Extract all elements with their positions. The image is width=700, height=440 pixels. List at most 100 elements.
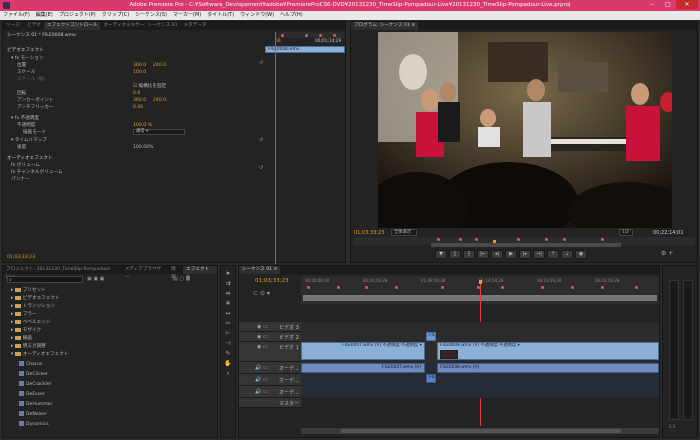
effect-item-denoiser[interactable]: DeNoiser (19, 411, 47, 418)
effect-item-deesser[interactable]: DeEsser (19, 391, 45, 398)
menu-file[interactable]: ファイル(F) (0, 11, 33, 20)
effect-item-declicker[interactable]: DeClicker (19, 371, 48, 378)
effect-row-panner[interactable]: パンナー (11, 176, 30, 183)
timeline-scrollbar[interactable] (301, 428, 659, 434)
track-select-tool-icon[interactable]: ⇉ (224, 280, 232, 288)
timeline-snap-icons[interactable]: ⊂ ⊙ ▾ (253, 290, 270, 297)
selection-tool-icon[interactable]: ➤ (224, 270, 232, 278)
clip-file0008-video[interactable]: FILE0008.wmv [V] 不透明度:不透明度 ▾ (437, 342, 659, 360)
menu-window[interactable]: ウィンドウ(W) (237, 11, 277, 20)
tab-info[interactable]: 情報 (168, 266, 183, 280)
effect-row-anchor[interactable]: アンカーポイント (17, 97, 54, 104)
clip-file0007-video[interactable]: FILE0007.wmv [V] 不透明度:不透明度 ▾ (301, 342, 425, 360)
rate-stretch-tool-icon[interactable]: ↔ (224, 310, 232, 318)
menu-title[interactable]: タイトル(T) (204, 11, 237, 20)
reset-icons[interactable]: ↺ ↺ ↺ (259, 60, 263, 172)
folder-audio-effects[interactable]: ▾ オーディオエフェクト (11, 351, 68, 358)
effect-item-dehummer[interactable]: DeHummer (19, 401, 52, 408)
tab-metadata[interactable]: メタデータ (181, 22, 210, 30)
menu-help[interactable]: ヘルプ(H) (277, 11, 306, 20)
tab-sequence-01[interactable]: シーケンス 01 ≡ (239, 266, 281, 274)
audio-transition-clip[interactable]: FILE (426, 374, 436, 383)
scale-value[interactable]: 100.0 (133, 69, 146, 76)
lift-button[interactable]: ⇡ (547, 250, 559, 259)
ripple-edit-tool-icon[interactable]: ⇹ (224, 290, 232, 298)
folder-mosaic[interactable]: ▸ モザイク (11, 327, 41, 334)
menu-clip[interactable]: クリップ(C) (99, 11, 132, 20)
play-button[interactable]: ▶ (505, 250, 517, 259)
step-forward-button[interactable]: |▸ (519, 250, 531, 259)
slip-tool-icon[interactable]: ⊢ (224, 330, 232, 338)
export-frame-button[interactable]: ◉ (575, 250, 587, 259)
anchor-y-value[interactable]: 240.0 (153, 97, 166, 104)
marker-button[interactable]: ▼ (435, 250, 447, 259)
folder-blur[interactable]: ▸ ブラー (11, 311, 37, 318)
menu-marker[interactable]: マーカー(M) (170, 11, 204, 20)
maximize-button[interactable]: □ (660, 0, 676, 9)
track-video-2[interactable]: ◉ ▭ ビデオ 2 (239, 332, 301, 342)
opacity-value[interactable]: 100.0 % (133, 122, 152, 129)
fit-select[interactable]: 全体表示 (391, 229, 417, 236)
tab-project[interactable]: プロジェクト: 20131230_TimeSlip-Pompadour-Live (3, 266, 122, 280)
menu-edit[interactable]: 編集(E) (33, 11, 56, 20)
menu-project[interactable]: プロジェクト(P) (56, 11, 99, 20)
effect-row-antiflicker[interactable]: アンチフリッカー (17, 104, 54, 111)
track-master[interactable]: マスター (239, 398, 301, 408)
uniform-scale-checkbox[interactable]: ☑ 縦横比を固定 (133, 83, 166, 90)
audio-meter-solo-buttons[interactable]: S S (669, 424, 675, 429)
folder-presets[interactable]: ▸ プリセット (11, 287, 46, 294)
menu-sequence[interactable]: シーケンス(S) (132, 11, 170, 20)
effect-row-rotation[interactable]: 回転 (17, 90, 26, 97)
tab-program[interactable]: プログラム: シーケンス 01 ≡ (351, 22, 419, 30)
tab-source[interactable]: ソース: (3, 22, 24, 30)
effect-row-time-remap[interactable]: ▾ タイムリマップ (11, 137, 47, 144)
tab-effect-controls[interactable]: エフェクトコントロール (43, 22, 101, 30)
slide-tool-icon[interactable]: ⊣ (224, 340, 232, 348)
effect-row-channel-volume[interactable]: fx チャンネルボリューム (11, 169, 62, 176)
effect-row-speed[interactable]: 速度 (17, 144, 26, 151)
effect-item-chorus[interactable]: Chorus (19, 361, 42, 368)
tab-media-browser[interactable]: メディアブラウザー (122, 266, 168, 280)
effect-item-dynamics[interactable]: Dynamics (19, 421, 49, 428)
timeline-scroll-thumb[interactable] (341, 429, 621, 433)
razor-tool-icon[interactable]: ✂ (224, 320, 232, 328)
transition-clip[interactable]: FILE (426, 332, 436, 341)
effect-row-position[interactable]: 位置 (17, 62, 26, 69)
track-video-1[interactable]: ◉ ▭ ビデオ 1 (239, 342, 301, 362)
folder-brightness[interactable]: ▸ 明るさ調整 (11, 343, 46, 350)
tab-audio-mixer[interactable]: オーディオミキサー: シーケンス 01 (100, 22, 180, 30)
goto-out-button[interactable]: →| (533, 250, 545, 259)
effects-folder-icons[interactable]: ▤ ▢ ▦ (173, 276, 190, 282)
folder-video-effects[interactable]: ▸ ビデオエフェクト (11, 295, 60, 302)
hand-tool-icon[interactable]: ✋ (224, 360, 232, 368)
mark-in-button[interactable]: { (449, 250, 461, 259)
effect-row-opacity[interactable]: ▾ fx 不透明度 (11, 115, 39, 122)
rolling-edit-tool-icon[interactable]: # (224, 300, 232, 308)
blend-mode-select[interactable]: 通常 ▾ (133, 129, 185, 135)
track-audio-2[interactable]: 🔊 ▭ オーデ... (239, 374, 301, 386)
effect-row-motion[interactable]: ▾ fx モーション (11, 55, 43, 62)
mark-out-button[interactable]: } (463, 250, 475, 259)
effect-row-volume[interactable]: fx ボリューム (11, 162, 40, 169)
pen-tool-icon[interactable]: ✎ (224, 350, 232, 358)
settings-icon[interactable]: ⚙ + (661, 250, 673, 257)
position-y-value[interactable]: 240.0 (153, 62, 166, 69)
goto-in-button[interactable]: |← (477, 250, 489, 259)
tab-video[interactable]: ビデオ (24, 22, 44, 30)
effects-filter-icons[interactable]: ▣ ▣ ▣ (87, 276, 104, 282)
position-x-value[interactable]: 360.0 (133, 62, 146, 69)
antiflicker-value[interactable]: 0.00 (133, 104, 143, 111)
minimize-button[interactable]: – (644, 0, 660, 9)
track-audio-3[interactable]: 🔊 ▭ オーデ... (239, 386, 301, 398)
effect-row-opacity-value[interactable]: 不透明度 (17, 122, 35, 129)
zoom-tool-icon[interactable]: ⌕ (224, 370, 232, 378)
effect-row-scale[interactable]: スケール (17, 69, 35, 76)
anchor-x-value[interactable]: 360.0 (133, 97, 146, 104)
rotation-value[interactable]: 0.0 (133, 90, 140, 97)
resolution-select[interactable]: 1/2 (619, 229, 633, 236)
folder-bevel[interactable]: ▸ ベベルエッジ (11, 319, 50, 326)
track-video-3[interactable]: ◉ ▭ ビデオ 3 (239, 322, 301, 332)
folder-line-art[interactable]: ▸ 線画 (11, 335, 32, 342)
extract-button[interactable]: ⇣ (561, 250, 573, 259)
folder-transitions[interactable]: ▸ トランジション (11, 303, 55, 310)
